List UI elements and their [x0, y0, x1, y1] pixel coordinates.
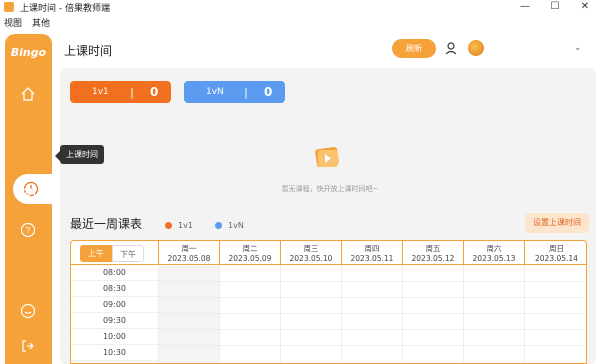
stat-label: 1v1	[92, 87, 109, 97]
minimize-button[interactable]: —	[510, 0, 540, 14]
day-header: 周四 2023.05.11	[341, 241, 402, 265]
time-column: 08:00 08:30 09:00 09:30 10:00 10:30	[71, 265, 158, 361]
day-header: 周一 2023.05.08	[158, 241, 219, 265]
grid-line	[341, 265, 342, 363]
grid-line	[158, 281, 586, 282]
logout-icon[interactable]	[17, 335, 39, 357]
menu-other[interactable]: 其他	[32, 16, 50, 29]
day-date: 2023.05.14	[535, 254, 578, 263]
empty-message: 暂无课程，快开放上课时间吧~	[281, 185, 379, 193]
refresh-button[interactable]: 刷新	[392, 39, 436, 58]
day-name: 周日	[549, 244, 564, 253]
stat-value: 0	[264, 85, 273, 99]
brand-logo: Bingo	[10, 46, 47, 59]
legend-label: 1v1	[178, 221, 193, 230]
schedule-table: 上午 下午 周一 2023.05.08 周二 2023.05.09 周三 2023.0…	[70, 240, 587, 364]
menu-bar: 视图 其他	[0, 14, 600, 30]
day-header: 周五 2023.05.12	[402, 241, 463, 265]
day-header: 周三 2023.05.10	[280, 241, 341, 265]
help-icon[interactable]: ?	[17, 219, 39, 241]
main-header: 上课时间 刷新 ⌄	[52, 34, 600, 66]
grid-line	[280, 265, 281, 363]
main-content: 1v1 | 0 1vN | 0 暂无课程，快开放上课时间吧~ 最近一周课表 1v…	[60, 68, 596, 364]
day-date: 2023.05.09	[228, 254, 272, 263]
time-slot: 08:00	[71, 265, 158, 281]
week-schedule-title: 最近一周课表	[70, 217, 143, 231]
chat-icon[interactable]	[17, 300, 39, 322]
grid-line	[158, 313, 586, 314]
empty-video-icon	[315, 146, 339, 168]
day-header: 周日 2023.05.14	[524, 241, 586, 265]
day-name: 周六	[486, 244, 502, 253]
am-pm-toggle: 上午 下午	[80, 245, 144, 262]
day-date: 2023.05.10	[289, 254, 333, 263]
day-date: 2023.05.11	[350, 254, 394, 263]
stat-separator: |	[244, 85, 248, 99]
stat-1vn: 1vN | 0	[184, 81, 285, 103]
day-date: 2023.05.08	[167, 254, 211, 263]
svg-text:?: ?	[26, 226, 31, 235]
stat-value: 0	[150, 85, 159, 99]
window-title: 上课时间 - 倍果教师端	[20, 3, 110, 14]
page-title: 上课时间	[64, 44, 113, 58]
grid-line	[158, 265, 159, 363]
stat-separator: |	[130, 85, 134, 99]
maximize-button[interactable]: ☐	[540, 0, 570, 14]
grid-line	[158, 345, 586, 346]
day-name: 周五	[425, 244, 441, 253]
day-name: 周一	[181, 244, 197, 253]
time-slot: 09:30	[71, 313, 158, 329]
grid-line	[402, 265, 403, 363]
pm-tab[interactable]: 下午	[112, 245, 144, 262]
grid-line	[463, 265, 464, 363]
menu-view[interactable]: 视图	[4, 16, 22, 29]
grid-line	[158, 329, 586, 330]
set-class-time-button[interactable]: 设置上课时间	[525, 213, 589, 233]
day-date: 2023.05.12	[411, 254, 455, 263]
sidebar-tooltip: 上课时间	[55, 145, 104, 164]
day-name: 周二	[242, 244, 258, 253]
title-bar: 上课时间 - 倍果教师端 — ☐ ✕	[0, 0, 600, 14]
avatar[interactable]	[468, 40, 484, 56]
grid-line	[158, 297, 586, 298]
grid-line	[219, 265, 220, 363]
day-header: 周六 2023.05.13	[463, 241, 524, 265]
day-header: 周二 2023.05.09	[219, 241, 280, 265]
close-button[interactable]: ✕	[570, 0, 600, 14]
stat-label: 1vN	[206, 87, 224, 97]
legend-1v1: 1v1	[165, 221, 193, 230]
user-switch-icon[interactable]	[444, 41, 458, 55]
day-name: 周四	[364, 244, 380, 253]
app-icon	[4, 2, 14, 12]
legend-label: 1vN	[228, 221, 244, 230]
schedule-header: 上午 下午 周一 2023.05.08 周二 2023.05.09 周三 2023.0…	[71, 241, 586, 265]
time-slot: 10:30	[71, 345, 158, 361]
time-slot: 10:00	[71, 329, 158, 345]
time-slot: 08:30	[71, 281, 158, 297]
stat-1v1: 1v1 | 0	[70, 81, 171, 103]
day-name: 周三	[303, 244, 319, 253]
day-date: 2023.05.13	[472, 254, 516, 263]
legend-1vn: 1vN	[215, 221, 244, 230]
chevron-down-icon[interactable]: ⌄	[574, 43, 582, 53]
sidebar: Bingo ?	[5, 34, 55, 364]
user-icon[interactable]	[17, 184, 39, 206]
home-icon[interactable]	[17, 83, 39, 105]
time-slot: 09:00	[71, 297, 158, 313]
am-tab[interactable]: 上午	[80, 245, 112, 262]
grid-line	[524, 265, 525, 363]
